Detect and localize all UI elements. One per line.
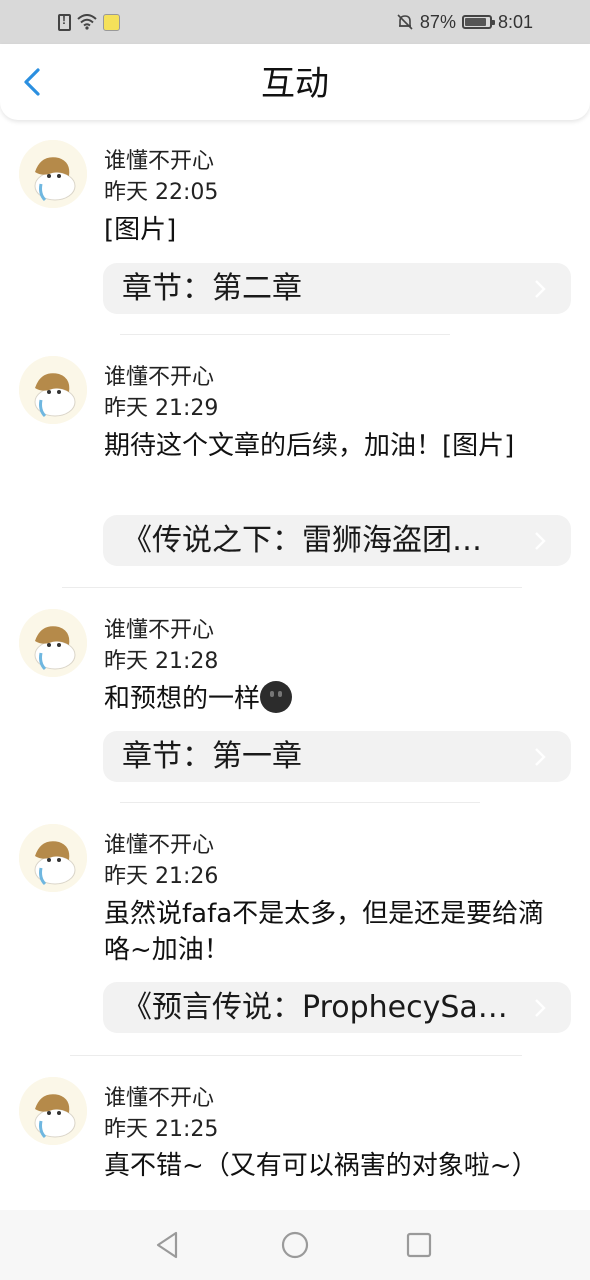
wifi-icon [77, 14, 97, 30]
divider [62, 587, 522, 588]
comment-text-content: 和预想的一样 [104, 684, 261, 714]
reference-card[interactable]: 章节：第二章 [103, 263, 571, 314]
comment-text: 真不错~（又有可以祸害的对象啦~） [104, 1151, 538, 1181]
comment-item[interactable]: 谁懂不开心 昨天 21:26 虽然说fafa不是太多，但是还是要给滴咯~加油！ … [0, 804, 590, 1056]
chevron-right-icon [535, 999, 546, 1017]
battery-percent: 87% [419, 11, 456, 32]
page-title: 互动 [261, 64, 329, 104]
divider [120, 802, 480, 803]
comment-item[interactable]: 谁懂不开心 昨天 21:29 期待这个文章的后续，加油！[图片] 《传说之下：雷… [0, 336, 590, 588]
comment-time: 昨天 22:05 [104, 180, 219, 205]
reference-text: 《预言传说：ProphecySa… [122, 990, 508, 1025]
recents-square-icon[interactable] [403, 1229, 435, 1261]
comment-text: [图片] [104, 215, 177, 245]
app-header: 互动 [0, 44, 590, 120]
divider [70, 1055, 522, 1056]
chevron-right-icon [535, 532, 546, 550]
status-bar: 87% 8:01 [0, 0, 590, 44]
avatar-image [19, 1077, 87, 1145]
app-notification-icon [103, 13, 120, 31]
reference-card[interactable]: 《传说之下：雷狮海盗团… [103, 515, 571, 566]
username[interactable]: 谁懂不开心 [104, 363, 214, 393]
back-triangle-icon[interactable] [152, 1229, 184, 1261]
comment-item[interactable]: 谁懂不开心 昨天 22:05 [图片] 章节：第二章 [0, 120, 590, 335]
reference-text: 章节：第二章 [122, 271, 302, 306]
comment-list[interactable]: 谁懂不开心 昨天 22:05 [图片] 章节：第二章 谁懂不开心 昨天 21:2… [0, 120, 590, 1210]
avatar[interactable] [19, 609, 87, 677]
chevron-right-icon [535, 280, 546, 298]
comment-text: 期待这个文章的后续，加油！[图片] [104, 431, 515, 461]
comment-item[interactable]: 谁懂不开心 昨天 21:25 真不错~（又有可以祸害的对象啦~） [0, 1057, 590, 1210]
username[interactable]: 谁懂不开心 [104, 1084, 214, 1114]
system-nav-bar [0, 1210, 590, 1280]
battery-icon [461, 15, 495, 29]
username[interactable]: 谁懂不开心 [104, 831, 214, 861]
avatar-image [19, 609, 87, 677]
avatar[interactable] [19, 824, 87, 892]
avatar-image [19, 824, 87, 892]
avatar[interactable] [19, 140, 87, 208]
comment-time: 昨天 21:26 [104, 864, 219, 889]
comment-time: 昨天 21:25 [104, 1117, 219, 1142]
mute-bell-icon [397, 14, 413, 30]
avatar[interactable] [19, 356, 87, 424]
divider [120, 334, 450, 335]
username[interactable]: 谁懂不开心 [104, 616, 214, 646]
reference-text: 《传说之下：雷狮海盗团… [122, 523, 482, 558]
chevron-right-icon [535, 748, 546, 766]
username[interactable]: 谁懂不开心 [104, 147, 214, 177]
comment-time: 昨天 21:28 [104, 649, 219, 674]
reference-text: 章节：第一章 [122, 739, 302, 774]
home-circle-icon[interactable] [279, 1229, 311, 1261]
comment-text: 虽然说fafa不是太多，但是还是要给滴咯~加油！ [104, 899, 545, 965]
reference-card[interactable]: 《预言传说：ProphecySa… [103, 982, 571, 1033]
comment-text: 和预想的一样 [104, 681, 562, 717]
comment-time: 昨天 21:29 [104, 396, 219, 421]
dark-smiley-emoji [260, 681, 293, 713]
comment-item[interactable]: 谁懂不开心 昨天 21:28 和预想的一样 章节：第一章 [0, 589, 590, 803]
avatar-image [19, 356, 87, 424]
sim-alert-icon [58, 13, 71, 31]
avatar-image [19, 140, 87, 208]
status-left [58, 10, 120, 34]
clock: 8:01 [497, 11, 533, 32]
status-right: 87% 8:01 [396, 9, 533, 35]
avatar[interactable] [19, 1077, 87, 1145]
reference-card[interactable]: 章节：第一章 [103, 731, 571, 782]
